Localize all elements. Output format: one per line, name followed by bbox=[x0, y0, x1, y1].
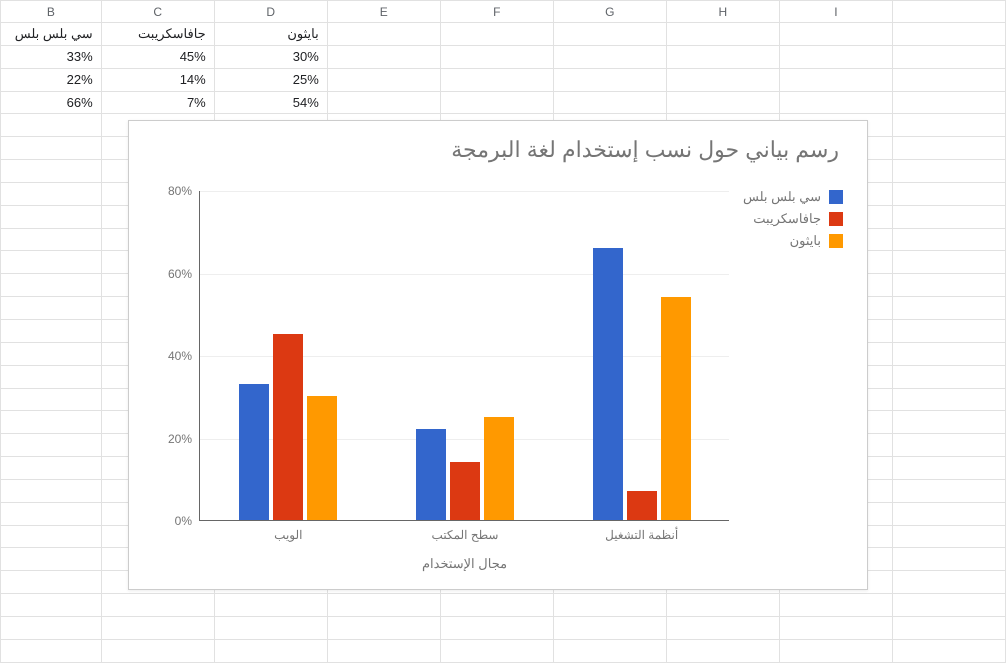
cell[interactable] bbox=[892, 23, 1005, 46]
chart-title: رسم بياني حول نسب إستخدام لغة البرمجة bbox=[451, 137, 839, 163]
cell[interactable]: 33% bbox=[1, 45, 102, 68]
cell[interactable]: بايثون bbox=[214, 23, 327, 46]
cell[interactable] bbox=[779, 45, 892, 68]
cell[interactable] bbox=[666, 45, 779, 68]
legend-label: سي بلس بلس bbox=[743, 189, 821, 205]
cell[interactable] bbox=[327, 45, 440, 68]
chart-xlabel: مجال الإستخدام bbox=[422, 556, 507, 572]
legend-item: سي بلس بلس bbox=[743, 189, 843, 205]
cell[interactable]: 30% bbox=[214, 45, 327, 68]
legend-item: جافاسكريبت bbox=[743, 211, 843, 227]
cell[interactable]: 14% bbox=[101, 68, 214, 91]
legend-swatch bbox=[829, 190, 843, 204]
cell[interactable] bbox=[779, 68, 892, 91]
cell[interactable] bbox=[553, 23, 666, 46]
chart-bar bbox=[416, 429, 446, 520]
cell[interactable]: 7% bbox=[101, 91, 214, 114]
cell[interactable]: 25% bbox=[214, 68, 327, 91]
chart-bar bbox=[273, 334, 303, 520]
legend-item: بايثون bbox=[743, 233, 843, 249]
col-b-header[interactable]: B bbox=[1, 1, 102, 23]
cell[interactable]: 54% bbox=[214, 91, 327, 114]
chart-bar bbox=[239, 384, 269, 520]
col-h-header[interactable]: H bbox=[666, 1, 779, 23]
cell[interactable] bbox=[327, 91, 440, 114]
legend-label: بايثون bbox=[790, 233, 821, 249]
legend-swatch bbox=[829, 234, 843, 248]
cell[interactable] bbox=[892, 91, 1005, 114]
y-tick-label: 0% bbox=[175, 514, 192, 528]
y-tick-label: 20% bbox=[168, 432, 192, 446]
x-tick-label: الويب bbox=[274, 528, 302, 542]
chart-bar bbox=[593, 248, 623, 520]
y-tick-label: 80% bbox=[168, 184, 192, 198]
chart-bar bbox=[307, 396, 337, 520]
column-header-row: B C D E F G H I bbox=[1, 1, 1006, 23]
cell[interactable] bbox=[779, 23, 892, 46]
cell[interactable] bbox=[440, 91, 553, 114]
cell[interactable]: 45% bbox=[101, 45, 214, 68]
cell[interactable] bbox=[666, 23, 779, 46]
cell[interactable] bbox=[553, 45, 666, 68]
col-f-header[interactable]: F bbox=[440, 1, 553, 23]
col-d-header[interactable]: D bbox=[214, 1, 327, 23]
cell[interactable] bbox=[327, 23, 440, 46]
chart-bar bbox=[484, 417, 514, 520]
chart-bar bbox=[661, 297, 691, 520]
chart-plot-area: مجال الإستخدام 0%20%40%60%80%الويبسطح ال… bbox=[199, 191, 729, 521]
table-row: 22%14%25% bbox=[1, 68, 1006, 91]
x-tick-label: سطح المكتب bbox=[432, 528, 499, 542]
cell[interactable] bbox=[553, 91, 666, 114]
cell[interactable] bbox=[553, 68, 666, 91]
cell[interactable] bbox=[666, 91, 779, 114]
legend-label: جافاسكريبت bbox=[753, 211, 821, 227]
col-c-header[interactable]: C bbox=[101, 1, 214, 23]
cell[interactable] bbox=[440, 45, 553, 68]
cell[interactable] bbox=[666, 68, 779, 91]
cell[interactable] bbox=[892, 68, 1005, 91]
cell[interactable]: سي بلس بلس bbox=[1, 23, 102, 46]
col-e-header[interactable]: E bbox=[327, 1, 440, 23]
chart-container[interactable]: رسم بياني حول نسب إستخدام لغة البرمجة سي… bbox=[128, 120, 868, 590]
table-row: سي بلس بلسجافاسكريبتبايثون bbox=[1, 23, 1006, 46]
table-row: 33%45%30% bbox=[1, 45, 1006, 68]
cell[interactable] bbox=[327, 68, 440, 91]
x-tick-label: أنظمة التشغيل bbox=[605, 528, 678, 542]
chart-legend: سي بلس بلس جافاسكريبت بايثون bbox=[743, 189, 843, 255]
cell[interactable] bbox=[440, 68, 553, 91]
cell[interactable]: 66% bbox=[1, 91, 102, 114]
cell[interactable] bbox=[779, 91, 892, 114]
cell[interactable]: جافاسكريبت bbox=[101, 23, 214, 46]
col-g-header[interactable]: G bbox=[553, 1, 666, 23]
cell[interactable] bbox=[440, 23, 553, 46]
col-i-header[interactable]: I bbox=[779, 1, 892, 23]
chart-bar bbox=[450, 462, 480, 520]
y-tick-label: 60% bbox=[168, 267, 192, 281]
table-row: 66%7%54% bbox=[1, 91, 1006, 114]
legend-swatch bbox=[829, 212, 843, 226]
cell[interactable] bbox=[892, 45, 1005, 68]
cell[interactable]: 22% bbox=[1, 68, 102, 91]
chart-bar bbox=[627, 491, 657, 520]
y-tick-label: 40% bbox=[168, 349, 192, 363]
